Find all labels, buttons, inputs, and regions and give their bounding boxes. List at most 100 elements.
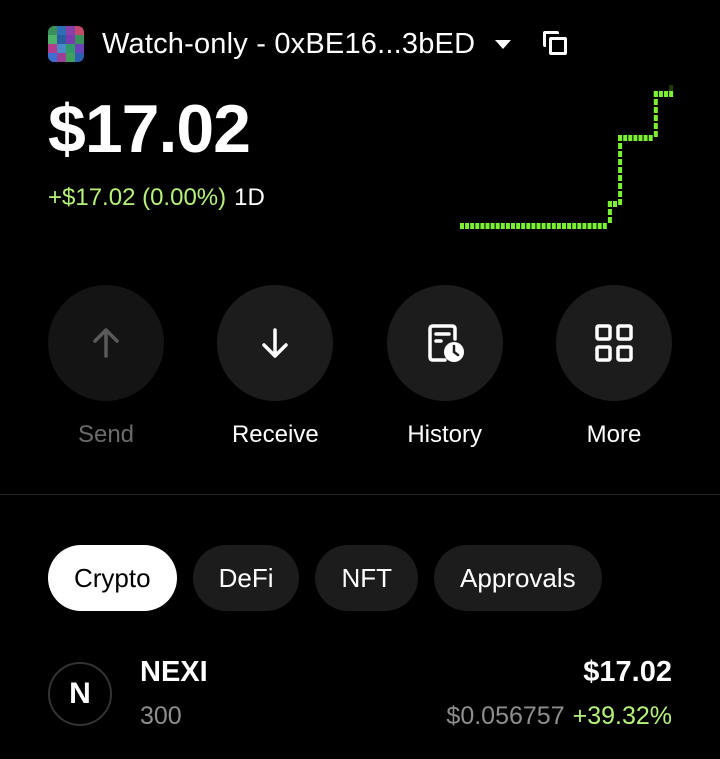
token-logo: N [48, 662, 112, 726]
token-symbol: NEXI [140, 656, 208, 688]
sparkline-point [470, 223, 475, 229]
sparkline-segment [653, 91, 658, 97]
sparkline-point [582, 223, 587, 229]
sparkline-point [567, 223, 572, 229]
sparkline-point [521, 223, 526, 229]
sparkline-point [475, 223, 480, 229]
sparkline-point [597, 223, 602, 229]
sparkline-point [490, 223, 495, 229]
avatar-pixel [66, 35, 75, 44]
sparkline-segment [607, 217, 612, 223]
token-price: $0.056757 [446, 702, 565, 730]
history-button[interactable]: History [386, 285, 503, 449]
sparkline-point [587, 223, 592, 229]
avatar-pixel [66, 53, 75, 62]
more-label: More [586, 421, 642, 448]
token-value: $17.02 [583, 656, 672, 688]
chevron-down-icon[interactable] [495, 39, 512, 49]
receive-button[interactable]: Receive [217, 285, 334, 449]
avatar-pixel [57, 53, 66, 62]
avatar-pixel [48, 35, 57, 44]
tab-nft[interactable]: NFT [315, 545, 419, 611]
sparkline-point [643, 135, 648, 141]
sparkline-segment [653, 131, 658, 137]
sparkline-segment [618, 143, 623, 149]
sparkline-segment [618, 183, 623, 189]
sparkline-point [541, 223, 546, 229]
sparkline-point [638, 135, 643, 141]
receive-button-circle[interactable] [217, 285, 334, 401]
sparkline-segment [618, 175, 623, 181]
sparkline-segment [618, 167, 623, 173]
sparkline-point [495, 223, 500, 229]
sparkline-point [460, 223, 464, 229]
sparkline-segment [653, 107, 658, 113]
grid-icon [595, 324, 633, 362]
avatar-pixel [57, 35, 66, 44]
token-change: +39.32% [572, 702, 672, 730]
send-label: Send [77, 421, 135, 448]
sparkline-point [485, 223, 490, 229]
history-icon [427, 324, 464, 362]
avatar-pixel [48, 53, 57, 62]
sparkline-point [648, 135, 653, 141]
sparkline-segment [618, 191, 623, 197]
avatar-pixel [75, 53, 84, 62]
arrow-down-icon [262, 328, 289, 358]
avatar-pixel [57, 44, 66, 53]
token-amount: 300 [140, 702, 182, 730]
sparkline-point [505, 223, 510, 229]
sparkline-segment [653, 115, 658, 121]
sparkline-segment [618, 151, 623, 157]
send-button-circle[interactable] [48, 285, 164, 401]
avatar-pixel [75, 26, 84, 35]
sparkline-point [658, 91, 663, 97]
sparkline-segment [618, 199, 623, 205]
sparkline-segment [607, 201, 612, 207]
sparkline-segment [618, 159, 623, 165]
sparkline-segment [618, 135, 623, 141]
balance-change-value: +$17.02 (0.00%) [48, 184, 227, 211]
wallet-header[interactable]: Watch-only - 0xBE16...3bED [48, 24, 569, 64]
sparkline-point [536, 223, 541, 229]
balance-period: 1D [234, 184, 265, 211]
sparkline-segment [669, 85, 674, 91]
send-button[interactable]: Send [48, 285, 164, 449]
sparkline-point [628, 135, 633, 141]
sparkline-point [664, 91, 668, 97]
sparkline-point [551, 223, 556, 229]
sparkline-point [531, 223, 536, 229]
sparkline-point [511, 223, 515, 229]
sparkline-segment [653, 123, 658, 129]
tab-defi[interactable]: DeFi [192, 545, 300, 611]
sparkline-point [546, 223, 551, 229]
sparkline-point [577, 223, 582, 229]
token-row[interactable]: N NEXI 300 $17.02 $0.056757 +39.32% [48, 650, 672, 740]
avatar-pixel [66, 44, 75, 53]
more-button[interactable]: More [555, 285, 672, 449]
sparkline-point [572, 223, 577, 229]
avatar-pixel [57, 26, 66, 35]
tab-crypto[interactable]: Crypto [48, 545, 177, 611]
sparkline-point [526, 223, 531, 229]
tab-approvals[interactable]: Approvals [434, 545, 602, 611]
sparkline-point [556, 223, 561, 229]
sparkline-point [480, 223, 485, 229]
avatar-pixel [66, 26, 75, 35]
balance-sparkline-chart [460, 85, 674, 229]
sparkline-segment [653, 99, 658, 105]
sparkline-point [562, 223, 566, 229]
avatar-pixel [75, 44, 84, 53]
avatar-pixel [48, 44, 57, 53]
sparkline-point [602, 223, 607, 229]
action-bar: Send Receive History More [48, 285, 672, 449]
balance-change: +$17.02 (0.00%) 1D [48, 184, 265, 212]
sparkline-point [592, 223, 597, 229]
history-label: History [407, 421, 482, 448]
sparkline-point [669, 91, 674, 97]
wallet-name[interactable]: Watch-only - 0xBE16...3bED [102, 28, 475, 61]
receive-label: Receive [231, 421, 319, 448]
history-button-circle[interactable] [386, 285, 503, 401]
more-button-circle[interactable] [555, 285, 672, 401]
copy-icon[interactable] [543, 31, 569, 57]
